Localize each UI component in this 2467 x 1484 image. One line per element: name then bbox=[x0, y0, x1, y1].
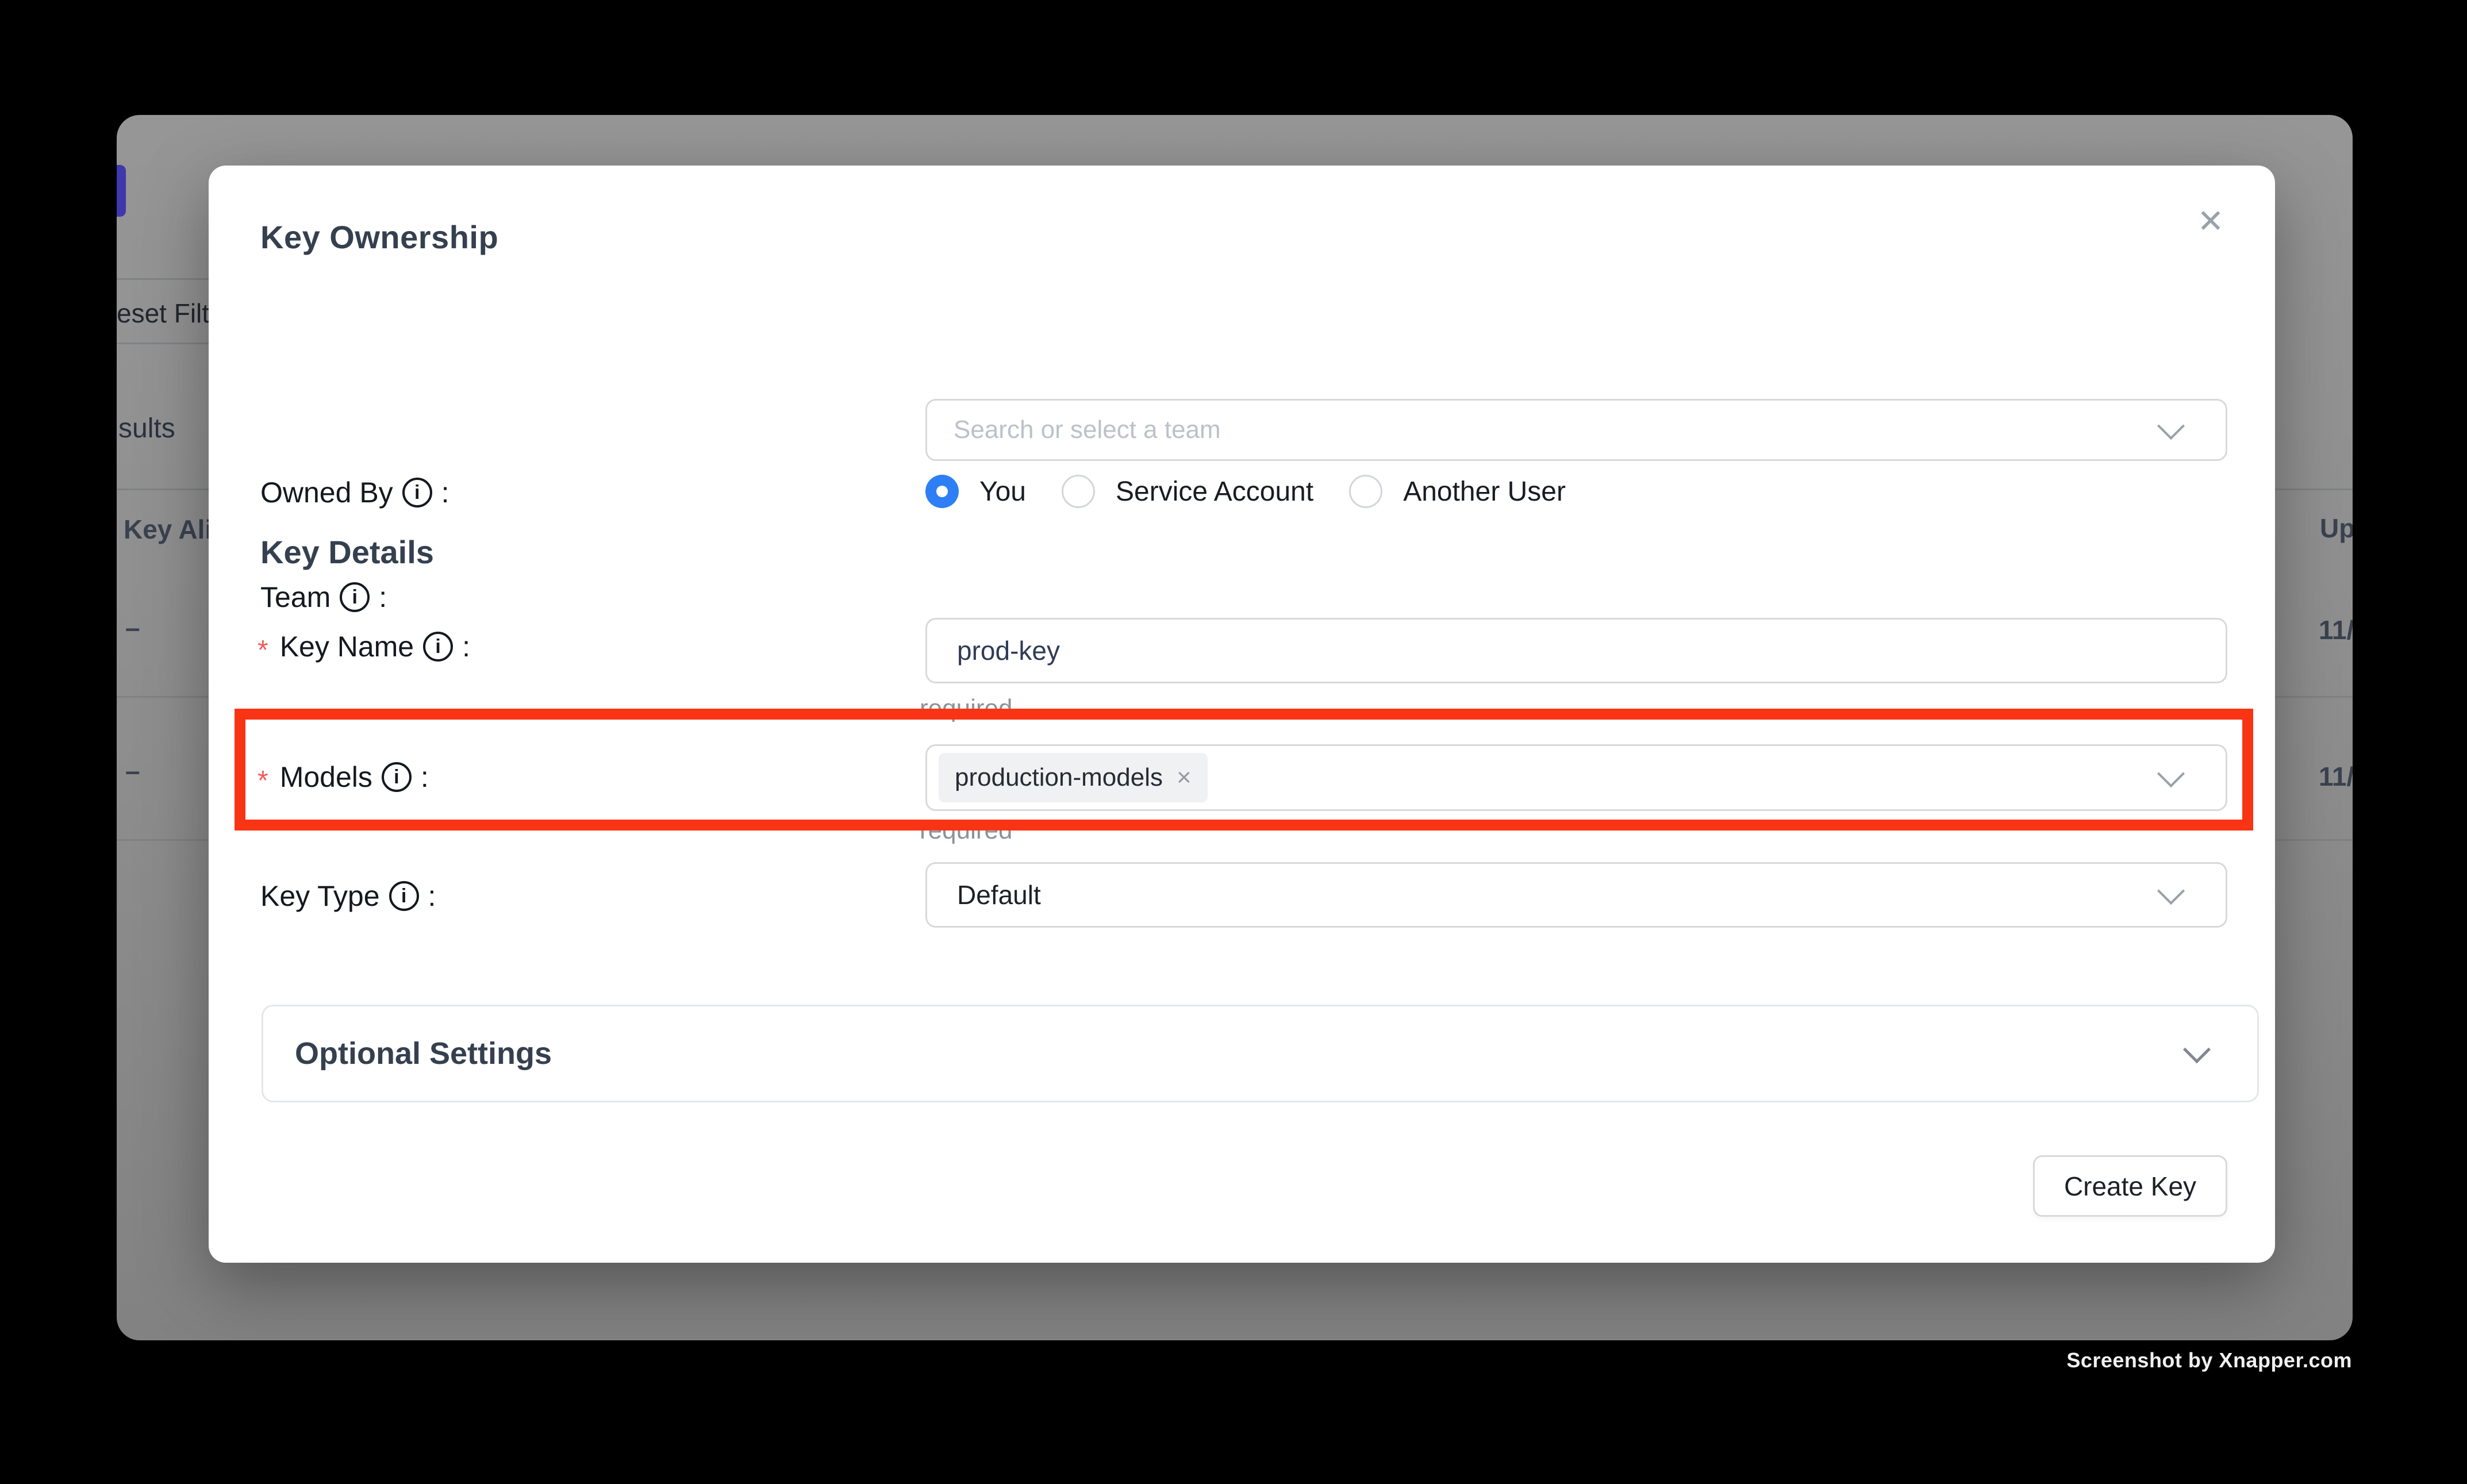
models-label: * Models : bbox=[258, 760, 429, 794]
label-colon: : bbox=[379, 580, 387, 614]
table-row-updated: 11/ bbox=[2319, 761, 2353, 792]
models-multiselect[interactable]: production-models × bbox=[925, 744, 2227, 811]
table-row-alias: – bbox=[125, 755, 140, 786]
radio-label[interactable]: Service Account bbox=[1116, 476, 1313, 508]
key-name-label-text: Key Name bbox=[280, 630, 414, 663]
key-type-value: Default bbox=[927, 879, 1041, 910]
create-key-button-fragment[interactable] bbox=[117, 165, 126, 217]
info-icon[interactable] bbox=[340, 582, 370, 612]
radio-option-another-user[interactable]: Another User bbox=[1349, 475, 1566, 508]
divider bbox=[117, 343, 210, 344]
label-colon: : bbox=[462, 630, 470, 663]
required-asterisk: * bbox=[258, 635, 268, 666]
radio-label[interactable]: Another User bbox=[1403, 476, 1566, 508]
create-key-modal: Key Ownership ✕ Owned By : You Service A… bbox=[209, 166, 2275, 1263]
required-asterisk: * bbox=[258, 765, 268, 797]
close-icon[interactable]: ✕ bbox=[2185, 195, 2237, 247]
optional-settings-title: Optional Settings bbox=[263, 1036, 552, 1071]
modal-title: Key Ownership bbox=[260, 218, 498, 256]
team-select-placeholder: Search or select a team bbox=[927, 416, 1221, 444]
table-row-alias: – bbox=[125, 612, 140, 643]
team-select[interactable]: Search or select a team bbox=[925, 399, 2227, 461]
radio-label[interactable]: You bbox=[979, 476, 1026, 508]
info-icon[interactable] bbox=[389, 881, 419, 911]
info-icon[interactable] bbox=[402, 478, 432, 508]
radio-option-service-account[interactable]: Service Account bbox=[1062, 475, 1313, 508]
model-tag: production-models × bbox=[939, 753, 1208, 802]
results-count-partial: sults bbox=[118, 413, 175, 444]
radio-selected-icon[interactable] bbox=[925, 475, 959, 508]
column-header-updated: Up bbox=[2320, 513, 2353, 544]
owned-by-radio-group: You Service Account Another User bbox=[925, 475, 1566, 508]
models-label-text: Models bbox=[280, 760, 372, 794]
owned-by-label: Owned By : bbox=[260, 476, 449, 509]
table-row-updated: 11/ bbox=[2319, 614, 2353, 645]
key-details-title: Key Details bbox=[260, 533, 434, 571]
key-name-required-message: required bbox=[920, 694, 1012, 723]
label-colon: : bbox=[428, 879, 436, 913]
team-label: Team : bbox=[260, 580, 387, 614]
radio-option-you[interactable]: You bbox=[925, 475, 1026, 508]
create-key-button[interactable]: Create Key bbox=[2033, 1155, 2227, 1217]
chevron-down-icon bbox=[2157, 760, 2185, 787]
reset-filters-button-partial[interactable]: eset Filt bbox=[117, 298, 209, 329]
key-type-label: Key Type : bbox=[260, 879, 436, 913]
label-colon: : bbox=[421, 760, 429, 794]
radio-unselected-icon[interactable] bbox=[1062, 475, 1095, 508]
label-colon: : bbox=[441, 476, 449, 509]
key-name-input[interactable]: prod-key bbox=[925, 618, 2227, 683]
chevron-down-icon bbox=[2157, 877, 2185, 905]
divider bbox=[117, 278, 210, 280]
tag-remove-icon[interactable]: × bbox=[1177, 763, 1192, 792]
key-name-label: * Key Name : bbox=[258, 630, 470, 663]
info-icon[interactable] bbox=[423, 632, 453, 662]
key-type-select[interactable]: Default bbox=[925, 862, 2227, 928]
key-type-label-text: Key Type bbox=[260, 879, 380, 913]
watermark-text: Screenshot by Xnapper.com bbox=[2066, 1348, 2352, 1372]
owned-by-label-text: Owned By bbox=[260, 476, 393, 509]
team-label-text: Team bbox=[260, 580, 331, 614]
chevron-down-icon bbox=[2183, 1036, 2211, 1063]
radio-unselected-icon[interactable] bbox=[1349, 475, 1382, 508]
model-tag-label: production-models bbox=[955, 763, 1163, 792]
screenshot-stage: eset Filt sults Key Alia Up – 11/ – 11/ … bbox=[0, 0, 2467, 1484]
optional-settings-panel[interactable]: Optional Settings bbox=[262, 1005, 2259, 1102]
info-icon[interactable] bbox=[382, 762, 412, 792]
key-name-value: prod-key bbox=[927, 635, 1060, 666]
models-required-message: required bbox=[920, 816, 1012, 845]
chevron-down-icon bbox=[2157, 412, 2185, 440]
